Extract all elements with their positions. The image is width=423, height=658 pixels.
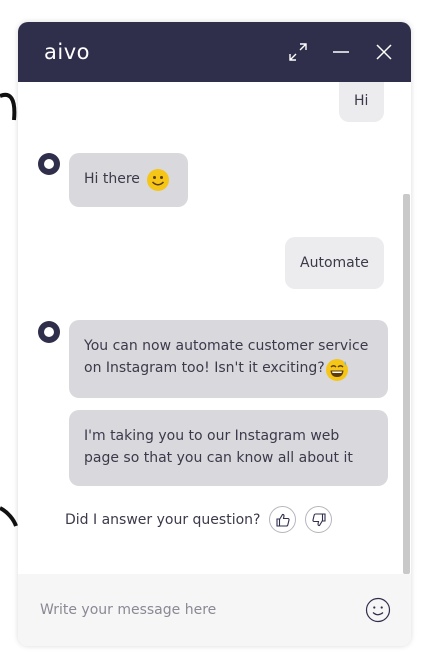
message-list[interactable]: Hi Hi there Automate You can now automat	[18, 82, 411, 574]
smile-emoji-icon	[147, 169, 169, 191]
header-actions	[268, 39, 397, 65]
brand-logo: aivo	[44, 40, 90, 64]
bot-avatar-icon	[44, 159, 54, 169]
expand-button[interactable]	[285, 39, 311, 65]
bot-avatar-icon	[44, 327, 54, 337]
close-icon	[376, 44, 392, 60]
emoji-icon	[365, 597, 391, 623]
thumbs-up-icon	[276, 513, 290, 527]
message-text: Automate	[300, 255, 369, 271]
bot-message: You can now automate customer service on…	[69, 320, 388, 398]
user-message: Automate	[285, 237, 384, 289]
minimize-button[interactable]	[328, 39, 354, 65]
message-input[interactable]	[38, 601, 342, 619]
thumbs-down-icon	[312, 512, 326, 526]
thumbs-down-button[interactable]	[305, 506, 333, 533]
expand-arrows-icon	[289, 43, 307, 61]
feedback-row: Did I answer your question?	[65, 506, 333, 533]
close-button[interactable]	[371, 39, 397, 65]
chat-header: aivo	[18, 22, 411, 82]
emoji-picker-button[interactable]	[365, 597, 391, 623]
bot-avatar	[38, 153, 60, 175]
bot-message: Hi there	[69, 153, 188, 207]
message-composer	[18, 574, 411, 646]
user-message: Hi	[339, 82, 384, 122]
message-text: Hi there	[84, 171, 140, 187]
bot-message: I'm taking you to our Instagram web page…	[69, 410, 388, 486]
feedback-question: Did I answer your question?	[65, 511, 261, 528]
scrollbar-thumb[interactable]	[403, 194, 410, 574]
message-text: Hi	[354, 93, 369, 109]
minimize-icon	[333, 51, 349, 53]
message-text: I'm taking you to our Instagram web page…	[84, 428, 353, 466]
grinning-sweat-emoji-icon	[326, 359, 348, 381]
thumbs-up-button[interactable]	[269, 506, 297, 533]
chat-widget: aivo Hi Hi there Automate You can now au…	[18, 22, 411, 646]
bot-avatar	[38, 321, 60, 343]
